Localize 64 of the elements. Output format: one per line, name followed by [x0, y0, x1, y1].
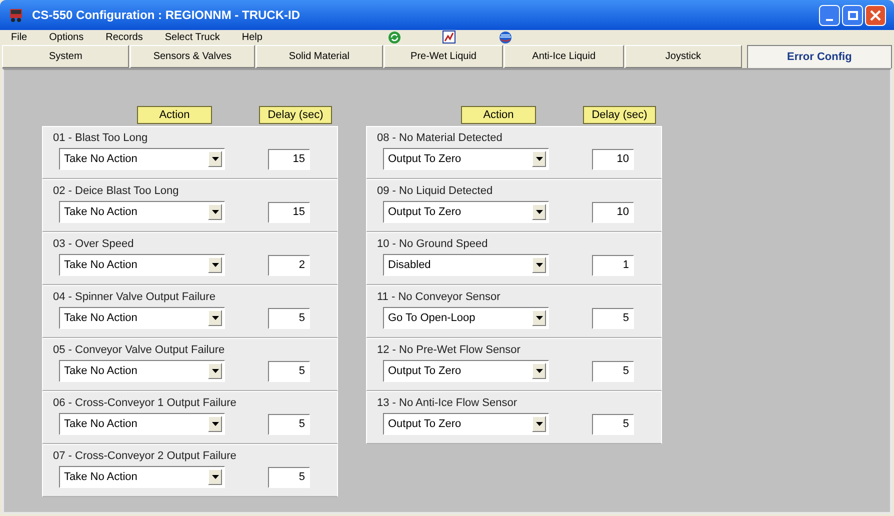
delay-field[interactable]: 10 — [592, 202, 634, 222]
action-dropdown[interactable]: Output To Zero — [383, 148, 549, 170]
globe-icon[interactable] — [499, 31, 512, 44]
delay-field[interactable]: 1 — [592, 254, 634, 276]
delay-field[interactable]: 2 — [268, 254, 310, 276]
column-header: Action — [137, 106, 212, 124]
menu-item[interactable]: Options — [38, 30, 95, 45]
group-title: 13 - No Anti-Ice Flow Sensor — [377, 396, 518, 411]
group-title: 04 - Spinner Valve Output Failure — [53, 290, 216, 305]
action-dropdown[interactable]: Go To Open-Loop — [383, 307, 549, 329]
menu-item[interactable]: Help — [230, 30, 274, 45]
action-dropdown[interactable]: Take No Action — [59, 360, 225, 382]
delay-field[interactable]: 10 — [592, 148, 634, 170]
delay-field[interactable]: 5 — [592, 360, 634, 382]
action-dropdown[interactable]: Take No Action — [59, 413, 225, 435]
action-dropdown[interactable]: Output To Zero — [383, 201, 549, 223]
close-button[interactable] — [865, 4, 886, 26]
tab[interactable]: Sensors & Valves — [130, 45, 255, 68]
action-dropdown[interactable]: Take No Action — [59, 201, 225, 223]
delay-field[interactable]: 15 — [268, 202, 310, 222]
action-dropdown[interactable]: Take No Action — [59, 148, 225, 170]
tab[interactable]: Error Config — [746, 45, 892, 68]
maximize-button[interactable] — [842, 4, 863, 26]
delay-field[interactable]: 5 — [592, 414, 634, 434]
action-dropdown[interactable]: Output To Zero — [383, 413, 549, 435]
delay-field[interactable]: 5 — [592, 308, 634, 328]
group-title: 07 - Cross-Conveyor 2 Output Failure — [53, 449, 238, 464]
tab[interactable]: Anti-Ice Liquid — [504, 45, 624, 68]
window-title: CS-550 Configuration : REGIONNM - TRUCK-ID — [32, 7, 300, 24]
group-title: 06 - Cross-Conveyor 1 Output Failure — [53, 396, 238, 411]
refresh-icon[interactable] — [388, 31, 401, 44]
close-icon[interactable] — [870, 10, 881, 20]
menu-item[interactable]: Select Truck — [154, 30, 231, 45]
group-title: 02 - Deice Blast Too Long — [53, 184, 180, 199]
column-header: Delay (sec) — [259, 106, 332, 124]
delay-field[interactable]: 15 — [268, 148, 310, 170]
group-title: 10 - No Ground Speed — [377, 237, 489, 252]
tab[interactable]: Pre-Wet Liquid — [384, 45, 504, 68]
minimize-button[interactable] — [819, 4, 840, 26]
delay-field[interactable]: 5 — [268, 308, 310, 328]
tab[interactable]: Solid Material — [256, 45, 383, 68]
group-title: 12 - No Pre-Wet Flow Sensor — [377, 343, 522, 358]
action-dropdown[interactable]: Take No Action — [59, 466, 225, 488]
column-header: Action — [461, 106, 536, 124]
tab[interactable]: System — [2, 45, 130, 68]
menu-item[interactable]: File — [0, 30, 38, 45]
action-dropdown[interactable]: Take No Action — [59, 307, 225, 329]
action-dropdown[interactable]: Take No Action — [59, 254, 225, 276]
column-header: Delay (sec) — [583, 106, 656, 124]
group-title: 03 - Over Speed — [53, 237, 135, 252]
group-title: 05 - Conveyor Valve Output Failure — [53, 343, 226, 358]
action-dropdown[interactable]: Output To Zero — [383, 360, 549, 382]
delay-field[interactable]: 5 — [268, 360, 310, 382]
tab[interactable]: Joystick — [624, 45, 742, 68]
group-title: 01 - Blast Too Long — [53, 131, 149, 146]
group-title: 11 - No Conveyor Sensor — [377, 290, 502, 305]
delay-field[interactable]: 5 — [268, 466, 310, 488]
chart-icon[interactable] — [442, 30, 456, 44]
group-title: 09 - No Liquid Detected — [377, 184, 494, 199]
group-title: 08 - No Material Detected — [377, 131, 504, 146]
menu-item[interactable]: Records — [94, 30, 154, 45]
action-dropdown[interactable]: Disabled — [383, 254, 549, 276]
truck-icon — [8, 7, 24, 23]
delay-field[interactable]: 5 — [268, 414, 310, 434]
